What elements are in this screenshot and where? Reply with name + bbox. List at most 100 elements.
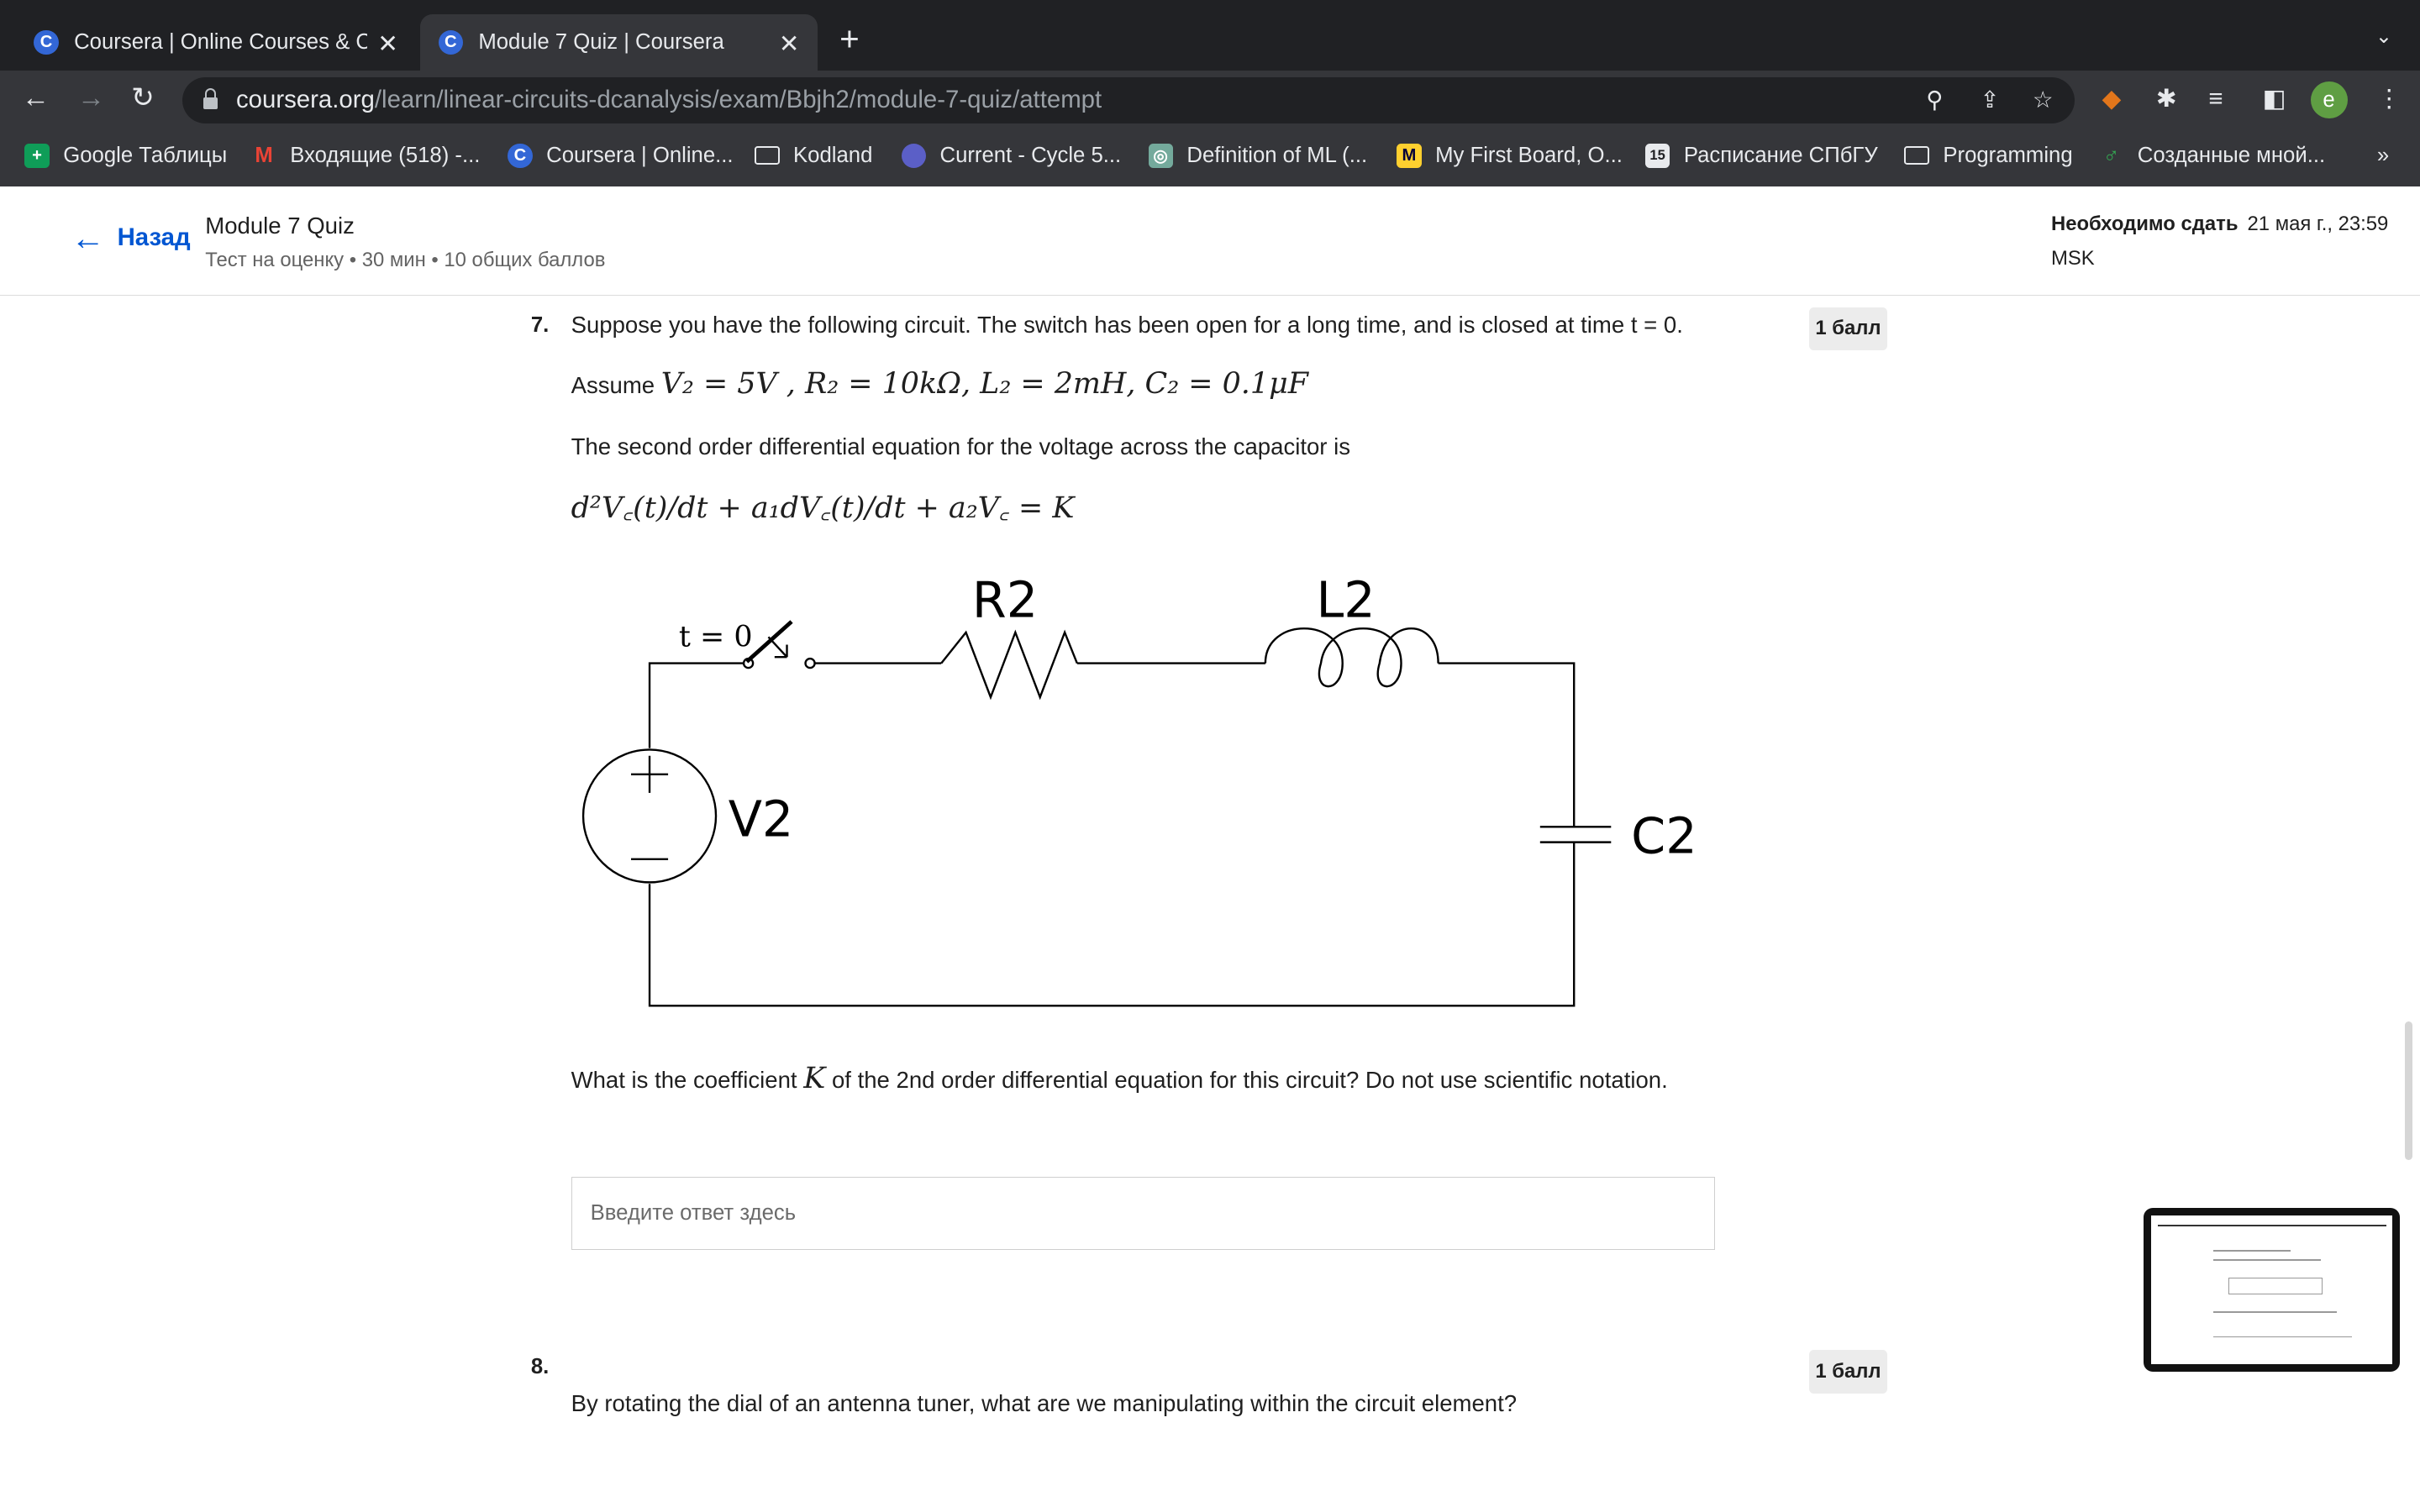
question-number: 8. bbox=[530, 1354, 550, 1378]
question-prompt: By rotating the dial of an antenna tuner… bbox=[571, 1389, 1518, 1416]
globe-icon bbox=[901, 143, 926, 169]
bookmark-label: Programming bbox=[1943, 143, 2073, 167]
ask-variable: K bbox=[803, 1061, 826, 1095]
zoom-icon[interactable]: ⚲ bbox=[1926, 87, 1943, 113]
bookmark-programming[interactable]: Programming bbox=[1904, 143, 2073, 168]
tab-coursera-home[interactable]: C Coursera | Online Courses & Cr ✕ bbox=[18, 14, 417, 71]
points-badge: 1 балл bbox=[1808, 1350, 1888, 1394]
folder-icon bbox=[755, 146, 780, 165]
answer-input[interactable]: Введите ответ здесь bbox=[571, 1177, 1715, 1250]
bookmark-label: Coursera | Online... bbox=[546, 143, 734, 167]
inductor-label: L2 bbox=[1317, 571, 1376, 629]
lock-icon bbox=[203, 87, 218, 110]
circuit-diagram: t = 0 R2 L2 V2 C2 bbox=[582, 571, 1697, 1007]
points-badge: 1 балл bbox=[1808, 307, 1888, 350]
back-button[interactable]: ← Назад bbox=[71, 218, 191, 257]
bookmark-label: Definition of ML (... bbox=[1186, 143, 1368, 167]
back-label: Назад bbox=[117, 223, 191, 252]
back-arrow-icon[interactable]: ← bbox=[22, 82, 50, 114]
bookmark-created-by-me[interactable]: ♂ Созданные мной... bbox=[2099, 144, 2325, 168]
more-bookmarks-icon[interactable]: » bbox=[2377, 144, 2389, 168]
capacitor-c2 bbox=[1540, 826, 1612, 844]
miro-icon: M bbox=[1397, 143, 1422, 169]
quiz-title: Module 7 Quiz bbox=[205, 213, 355, 239]
forward-arrow-icon[interactable]: → bbox=[77, 82, 105, 114]
share-icon[interactable]: ⇪ bbox=[1980, 87, 1999, 113]
bookmark-label: My First Board, O... bbox=[1435, 143, 1623, 167]
bookmark-star-icon[interactable]: ☆ bbox=[2033, 87, 2054, 113]
media-control-icon[interactable]: ≡ bbox=[2208, 85, 2223, 113]
url-host: coursera.org bbox=[235, 86, 375, 114]
question-ask: What is the coefficient K of the 2nd ord… bbox=[571, 1062, 1668, 1095]
metamask-extension-icon[interactable]: ◆ bbox=[2102, 85, 2122, 113]
inductor-l2 bbox=[1264, 627, 1439, 688]
profile-avatar[interactable]: e bbox=[2310, 81, 2348, 119]
new-tab-plus-icon[interactable]: + bbox=[839, 22, 860, 55]
bookmark-label: Current - Cycle 5... bbox=[939, 143, 1122, 167]
screenshot-thumbnail[interactable] bbox=[2144, 1208, 2401, 1372]
resistor-r2 bbox=[940, 629, 1079, 701]
bookmark-label: Kodland bbox=[793, 143, 873, 167]
address-bar[interactable]: coursera.org/learn/linear-circuits-dcana… bbox=[182, 76, 2075, 123]
thumbnail-preview bbox=[2151, 1215, 2392, 1364]
tab-title: Coursera | Online Courses & Cr bbox=[74, 29, 368, 54]
side-panel-icon[interactable]: ◧ bbox=[2263, 85, 2286, 113]
bookmark-label: Google Таблицы bbox=[63, 143, 228, 167]
due-date: Необходимо сдать 21 мая г., 23:59 bbox=[2051, 213, 2388, 236]
due-date-value: 21 мая г., 23:59 bbox=[2247, 213, 2389, 236]
bookmark-google-sheets[interactable]: + Google Таблицы bbox=[24, 143, 228, 169]
tab-search-chevron-icon[interactable]: ⌄ bbox=[2375, 24, 2392, 49]
bookmark-definition-ml[interactable]: ◎ Definition of ML (... bbox=[1148, 143, 1368, 169]
leaf-icon: ♂ bbox=[2102, 143, 2120, 167]
openai-icon: ◎ bbox=[1148, 143, 1173, 169]
question-number: 7. bbox=[530, 312, 550, 337]
bookmark-label: Расписание СПбГУ bbox=[1683, 143, 1878, 167]
url-path: /learn/linear-circuits-dcanalysis/exam/B… bbox=[374, 86, 1102, 114]
bookmark-label: Входящие (518) -... bbox=[290, 143, 481, 167]
ask-after: of the 2nd order differential equation f… bbox=[831, 1066, 1668, 1093]
switch-contact bbox=[804, 658, 816, 669]
capacitor-label: C2 bbox=[1631, 807, 1697, 865]
close-tab-icon[interactable]: ✕ bbox=[779, 29, 800, 59]
coursera-favicon-icon: C bbox=[438, 29, 463, 55]
extensions-puzzle-icon[interactable]: ✱ bbox=[2156, 85, 2177, 113]
chrome-menu-icon[interactable]: ⋮ bbox=[2377, 85, 2402, 113]
switch-label: t = 0 bbox=[679, 621, 753, 654]
quiz-header: ← Назад Module 7 Quiz Тест на оценку • 3… bbox=[0, 186, 2420, 296]
gmail-icon: M bbox=[255, 143, 273, 167]
quiz-meta: Тест на оценку • 30 мин • 10 общих балло… bbox=[205, 248, 606, 271]
bookmarks-bar: + Google Таблицы M Входящие (518) -... C Co… bbox=[0, 129, 2420, 188]
tab-strip: C Coursera | Online Courses & Cr ✕ C Mod… bbox=[0, 0, 2420, 71]
page-scrollbar[interactable] bbox=[2404, 1021, 2412, 1161]
tab-module-7-quiz[interactable]: C Module 7 Quiz | Coursera ✕ bbox=[419, 13, 818, 71]
resistor-label: R2 bbox=[972, 571, 1038, 629]
arrow-left-icon: ← bbox=[71, 218, 105, 257]
assume-values: V₂ = 5V , R₂ = 10kΩ, L₂ = 2mH, C₂ = 0.1μ… bbox=[660, 367, 1308, 402]
ask-before: What is the coefficient bbox=[571, 1066, 797, 1093]
tab-title: Module 7 Quiz | Coursera bbox=[478, 29, 724, 54]
calendar-icon: 15 bbox=[1644, 143, 1670, 169]
sheets-icon: + bbox=[24, 143, 50, 169]
url-text[interactable]: coursera.org/learn/linear-circuits-dcana… bbox=[236, 86, 1102, 114]
bookmark-label: Созданные мной... bbox=[2137, 143, 2326, 167]
coursera-favicon-icon: C bbox=[34, 29, 59, 55]
bookmark-kodland[interactable]: Kodland bbox=[755, 144, 872, 168]
browser-toolbar: ← → ↻ coursera.org/learn/linear-circuits… bbox=[0, 71, 2420, 130]
bookmark-coursera[interactable]: C Coursera | Online... bbox=[508, 143, 734, 169]
folder-icon bbox=[1904, 146, 1929, 165]
timezone: MSK bbox=[2050, 246, 2095, 270]
equation-intro: The second order differential equation f… bbox=[571, 433, 1351, 460]
bookmark-miro-board[interactable]: M My First Board, O... bbox=[1397, 143, 1623, 169]
assumptions: Assume V₂ = 5V , R₂ = 10kΩ, L₂ = 2mH, C₂… bbox=[571, 367, 1308, 401]
bookmark-spbgu-schedule[interactable]: 15 Расписание СПбГУ bbox=[1644, 143, 1878, 169]
question-prompt: Suppose you have the following circuit. … bbox=[571, 312, 1683, 338]
coursera-icon: C bbox=[508, 143, 533, 169]
reload-icon[interactable]: ↻ bbox=[131, 82, 155, 114]
differential-equation: d²V꜀(t)/dt + a₁dV꜀(t)/dt + a₂V꜀ = K bbox=[571, 491, 1075, 526]
due-label: Необходимо сдать bbox=[2050, 213, 2238, 236]
bookmark-current-cycle[interactable]: Current - Cycle 5... bbox=[901, 143, 1122, 169]
close-tab-icon[interactable]: ✕ bbox=[377, 29, 398, 59]
source-label: V2 bbox=[729, 790, 794, 848]
assume-word: Assume bbox=[571, 372, 655, 399]
bookmark-gmail[interactable]: M Входящие (518) -... bbox=[251, 144, 480, 168]
